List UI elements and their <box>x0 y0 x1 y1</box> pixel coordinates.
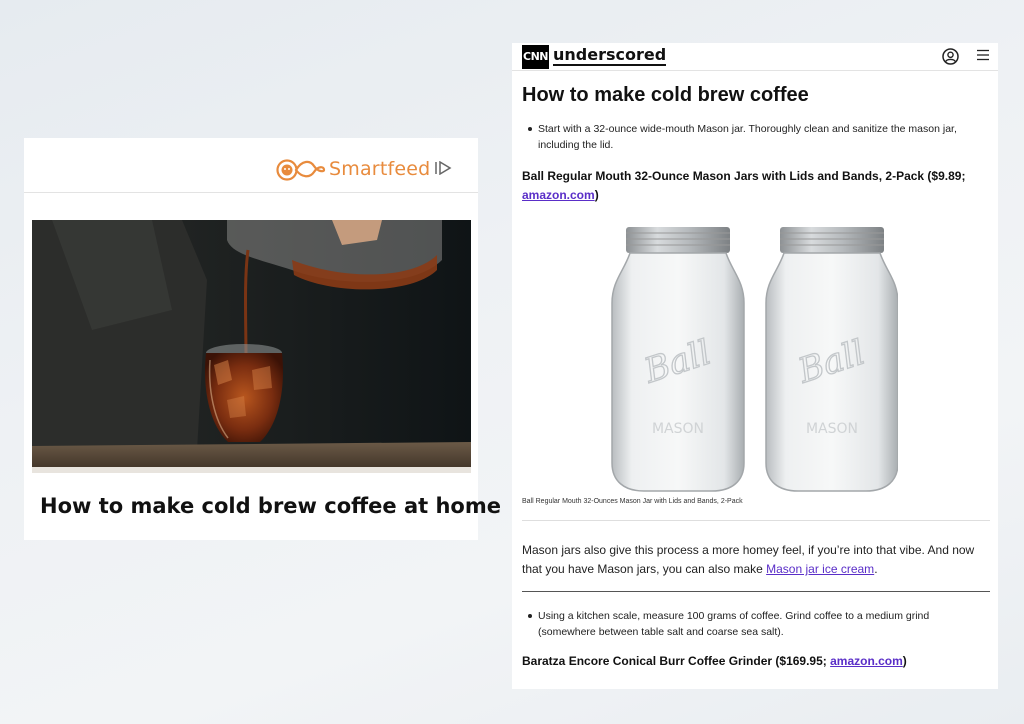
product-coffee-grinder: Baratza Encore Conical Burr Coffee Grind… <box>522 652 988 671</box>
site-name-underscored[interactable]: underscored <box>553 46 667 66</box>
smartfeed-infinity-logo-icon <box>276 159 326 181</box>
divider <box>522 520 990 521</box>
section-divider <box>522 591 990 592</box>
mason-jar-ice-cream-link[interactable]: Mason jar ice cream <box>766 562 874 576</box>
site-header: CNN underscored <box>512 43 998 71</box>
mason-jars-product-image[interactable]: Ball MASON Ball MASON <box>608 223 899 495</box>
article-title: How to make cold brew coffee <box>522 84 809 106</box>
smartfeed-article-title[interactable]: How to make cold brew coffee at home <box>40 494 501 518</box>
cold-brew-hero-image[interactable] <box>32 220 471 473</box>
mason-jar-left: Ball MASON <box>611 227 745 492</box>
amazon-link-mason-jars[interactable]: amazon.com <box>522 188 595 202</box>
mason-jar-right: Ball MASON <box>765 227 899 492</box>
cnn-underscored-page: CNN underscored How to make cold brew co… <box>512 43 998 689</box>
image-caption: Ball Regular Mouth 32-Ounces Mason Jar w… <box>522 498 743 505</box>
smartfeed-brand-label: Smartfeed <box>329 158 431 180</box>
amazon-link-grinder[interactable]: amazon.com <box>830 654 903 668</box>
smartfeed-header: Smartfeed <box>24 138 478 193</box>
cnn-logo[interactable]: CNN <box>522 45 549 69</box>
product-grinder-label: Baratza Encore Conical Burr Coffee Grind… <box>522 654 831 668</box>
body-paragraph-text: Mason jars also give this process a more… <box>522 543 975 576</box>
hamburger-menu-icon[interactable] <box>977 49 989 61</box>
product-mason-jars-label: Ball Regular Mouth 32-Ounce Mason Jars w… <box>522 169 966 183</box>
product-mason-jars: Ball Regular Mouth 32-Ounce Mason Jars w… <box>522 167 988 205</box>
product-mason-jars-close: ) <box>594 188 599 202</box>
product-grinder-close: ) <box>902 654 907 668</box>
user-account-icon[interactable] <box>942 48 959 65</box>
body-paragraph-end: . <box>874 562 878 576</box>
body-paragraph: Mason jars also give this process a more… <box>522 541 992 579</box>
list-item-step-jar: Start with a 32-ounce wide-mouth Mason j… <box>528 121 982 153</box>
svg-text:MASON: MASON <box>806 421 858 437</box>
list-item-step-grind: Using a kitchen scale, measure 100 grams… <box>528 608 982 640</box>
svg-text:MASON: MASON <box>652 421 704 437</box>
ad-choices-icon[interactable] <box>434 161 452 175</box>
smartfeed-card[interactable]: Smartfeed How to make cold brew coffee a… <box>24 138 501 540</box>
